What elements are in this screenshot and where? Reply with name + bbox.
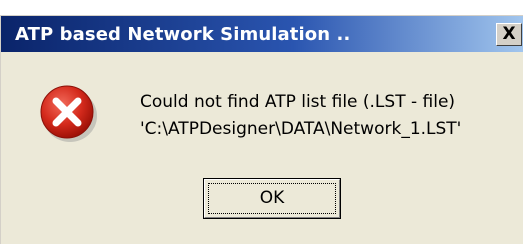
error-icon (40, 85, 97, 142)
dialog-titlebar[interactable]: ATP based Network Simulation .. X (1, 16, 523, 52)
message-line-1: Could not find ATP list file (.LST - fil… (140, 92, 456, 112)
screen: ATP based Network Simulation .. X Could … (0, 0, 523, 244)
message-line-2: 'C:\ATPDesigner\DATA\Network_1.LST' (140, 119, 462, 139)
error-dialog: ATP based Network Simulation .. X Could … (0, 15, 523, 244)
ok-button-label: OK (259, 188, 285, 208)
ok-button[interactable]: OK (203, 178, 341, 219)
close-icon: X (502, 24, 516, 44)
dialog-title: ATP based Network Simulation .. (15, 24, 351, 45)
error-message: Could not find ATP list file (.LST - fil… (140, 89, 461, 143)
close-button[interactable]: X (496, 23, 522, 46)
